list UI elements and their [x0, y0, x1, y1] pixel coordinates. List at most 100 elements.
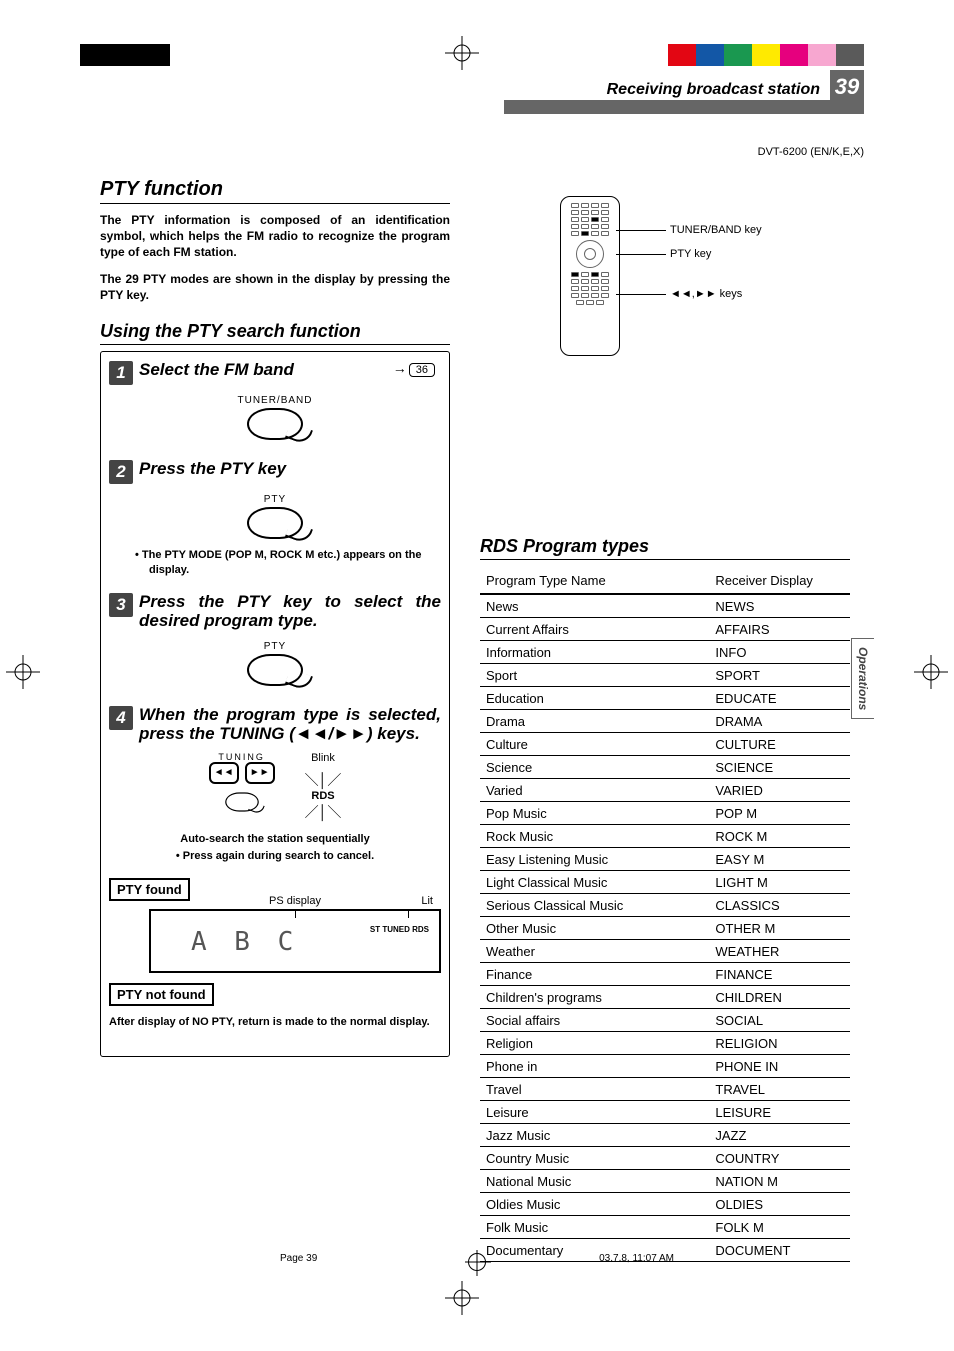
- body-text: The 29 PTY modes are shown in the displa…: [100, 271, 450, 303]
- steps-panel: 1 Select the FM band →36 TUNER/BAND 2 Pr…: [100, 351, 450, 1057]
- cell-receiver-display: CULTURE: [709, 733, 850, 756]
- cell-receiver-display: NEWS: [709, 594, 850, 618]
- table-row: Light Classical MusicLIGHT M: [480, 871, 850, 894]
- cell-receiver-display: FOLK M: [709, 1216, 850, 1239]
- figure-remote-callouts: TUNER/BAND key PTY key ◄◄,►► keys: [560, 196, 820, 366]
- model-line: DVT-6200 (EN/K,E,X): [758, 146, 864, 158]
- note-text: Auto-search the station sequentially: [109, 833, 441, 845]
- cell-program-name: Jazz Music: [480, 1124, 709, 1147]
- cell-receiver-display: RELIGION: [709, 1032, 850, 1055]
- table-header: Receiver Display: [709, 568, 850, 594]
- cell-receiver-display: TRAVEL: [709, 1078, 850, 1101]
- step-badge: 3: [109, 593, 133, 617]
- rds-table: Program Type Name Receiver Display NewsN…: [480, 568, 850, 1262]
- page-number-badge: 39: [830, 70, 864, 104]
- step-4: 4 When the program type is selected, pre…: [109, 705, 441, 1028]
- table-row: EducationEDUCATE: [480, 687, 850, 710]
- step-3: 3 Press the PTY key to select the desire…: [109, 592, 441, 691]
- cell-program-name: News: [480, 594, 709, 618]
- cell-program-name: Social affairs: [480, 1009, 709, 1032]
- register-mark-icon: [468, 1253, 486, 1271]
- figure-pty-button: PTY: [109, 494, 441, 544]
- cell-program-name: Leisure: [480, 1101, 709, 1124]
- table-row: Social affairsSOCIAL: [480, 1009, 850, 1032]
- cell-program-name: Sport: [480, 664, 709, 687]
- figure-tuning-keys: TUNING ◄◄ ►► Blink ＼│／ RDS ／│＼: [109, 752, 441, 823]
- step-badge: 2: [109, 460, 133, 484]
- cell-receiver-display: SOCIAL: [709, 1009, 850, 1032]
- remote-outline: [560, 196, 620, 356]
- table-row: SportSPORT: [480, 664, 850, 687]
- register-mark: [445, 1281, 479, 1315]
- cell-program-name: Other Music: [480, 917, 709, 940]
- cell-receiver-display: NATION M: [709, 1170, 850, 1193]
- table-row: InformationINFO: [480, 641, 850, 664]
- cell-program-name: Folk Music: [480, 1216, 709, 1239]
- cell-receiver-display: OLDIES: [709, 1193, 850, 1216]
- cell-receiver-display: SPORT: [709, 664, 850, 687]
- table-header: Program Type Name: [480, 568, 709, 594]
- register-mark: [914, 655, 948, 689]
- footer-date: 03.7.8, 11:07 AM: [599, 1253, 674, 1264]
- table-row: Easy Listening MusicEASY M: [480, 848, 850, 871]
- cell-receiver-display: LIGHT M: [709, 871, 850, 894]
- cell-program-name: Light Classical Music: [480, 871, 709, 894]
- table-row: Other MusicOTHER M: [480, 917, 850, 940]
- cell-receiver-display: OTHER M: [709, 917, 850, 940]
- cell-program-name: Science: [480, 756, 709, 779]
- cell-program-name: Drama: [480, 710, 709, 733]
- step-badge: 4: [109, 706, 133, 730]
- cell-receiver-display: FINANCE: [709, 963, 850, 986]
- step-badge: 1: [109, 361, 133, 385]
- cell-receiver-display: JAZZ: [709, 1124, 850, 1147]
- cell-receiver-display: AFFAIRS: [709, 618, 850, 641]
- table-row: FinanceFINANCE: [480, 963, 850, 986]
- figure-tuner-band-button: TUNER/BAND: [109, 395, 441, 445]
- cell-receiver-display: LEISURE: [709, 1101, 850, 1124]
- step-1: 1 Select the FM band →36 TUNER/BAND: [109, 360, 441, 445]
- label-pty-found: PTY found: [109, 878, 190, 901]
- table-row: CultureCULTURE: [480, 733, 850, 756]
- step-title: Press the PTY key: [139, 459, 441, 479]
- cell-receiver-display: VARIED: [709, 779, 850, 802]
- cell-program-name: Current Affairs: [480, 618, 709, 641]
- step-title: Press the PTY key to select the desired …: [139, 592, 441, 631]
- cell-receiver-display: CHILDREN: [709, 986, 850, 1009]
- cell-program-name: Travel: [480, 1078, 709, 1101]
- cell-program-name: Religion: [480, 1032, 709, 1055]
- heading-pty-function: PTY function: [100, 178, 450, 204]
- table-row: Current AffairsAFFAIRS: [480, 618, 850, 641]
- cell-receiver-display: ROCK M: [709, 825, 850, 848]
- cell-program-name: Information: [480, 641, 709, 664]
- table-row: Children's programsCHILDREN: [480, 986, 850, 1009]
- cell-receiver-display: CLASSICS: [709, 894, 850, 917]
- page-footer: Page 39 03.7.8, 11:07 AM: [0, 1253, 954, 1271]
- callout: ◄◄,►► keys: [670, 288, 742, 300]
- table-row: Serious Classical MusicCLASSICS: [480, 894, 850, 917]
- cell-receiver-display: EDUCATE: [709, 687, 850, 710]
- cell-program-name: Finance: [480, 963, 709, 986]
- table-row: WeatherWEATHER: [480, 940, 850, 963]
- table-row: National MusicNATION M: [480, 1170, 850, 1193]
- callout: PTY key: [670, 248, 711, 260]
- table-row: DramaDRAMA: [480, 710, 850, 733]
- table-row: TravelTRAVEL: [480, 1078, 850, 1101]
- heading-using-pty-search: Using the PTY search function: [100, 321, 450, 345]
- callout: TUNER/BAND key: [670, 224, 762, 236]
- cell-program-name: Children's programs: [480, 986, 709, 1009]
- cell-receiver-display: WEATHER: [709, 940, 850, 963]
- cell-program-name: Pop Music: [480, 802, 709, 825]
- cell-program-name: Serious Classical Music: [480, 894, 709, 917]
- bullet-text: The PTY MODE (POP M, ROCK M etc.) appear…: [109, 548, 441, 578]
- cell-receiver-display: SCIENCE: [709, 756, 850, 779]
- cell-program-name: Phone in: [480, 1055, 709, 1078]
- cell-receiver-display: EASY M: [709, 848, 850, 871]
- cell-program-name: Weather: [480, 940, 709, 963]
- cell-program-name: Country Music: [480, 1147, 709, 1170]
- table-row: NewsNEWS: [480, 594, 850, 618]
- rewind-key-icon: ◄◄: [209, 762, 239, 784]
- table-row: Country MusicCOUNTRY: [480, 1147, 850, 1170]
- table-row: Pop MusicPOP M: [480, 802, 850, 825]
- page-header: Receiving broadcast station 39: [574, 70, 864, 104]
- table-row: Folk MusicFOLK M: [480, 1216, 850, 1239]
